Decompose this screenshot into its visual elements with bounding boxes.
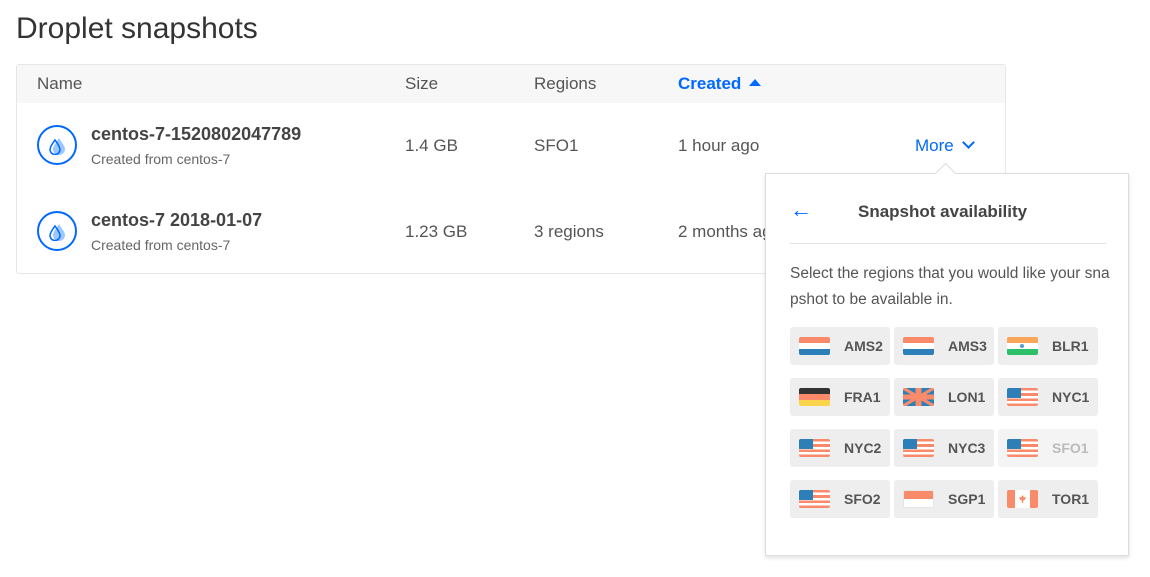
table-header: Name Size Regions Created <box>17 65 1005 103</box>
region-code: BLR1 <box>1052 338 1089 354</box>
snapshot-availability-popover: ← Snapshot availability Select the regio… <box>765 173 1129 556</box>
united-states-flag-icon <box>903 439 934 457</box>
region-button-ams2[interactable]: AMS2 <box>790 327 890 365</box>
snapshot-regions: SFO1 <box>534 136 579 155</box>
netherlands-flag-icon <box>799 337 830 355</box>
region-code: AMS3 <box>948 338 987 354</box>
snapshot-regions: 3 regions <box>534 222 604 241</box>
united-states-flag-icon <box>1007 439 1038 457</box>
region-code: TOR1 <box>1052 491 1090 507</box>
region-button-nyc3[interactable]: NYC3 <box>894 429 994 467</box>
snapshot-source: Created from centos-7 <box>91 237 231 253</box>
sort-ascending-icon <box>749 79 762 86</box>
netherlands-flag-icon <box>903 337 934 355</box>
region-button-blr1[interactable]: BLR1 <box>998 327 1098 365</box>
region-code: FRA1 <box>844 389 881 405</box>
arrow-left-icon[interactable]: ← <box>790 196 812 224</box>
region-code: NYC3 <box>948 440 986 456</box>
singapore-flag-icon <box>903 490 934 508</box>
region-button-lon1[interactable]: LON1 <box>894 378 994 416</box>
united-states-flag-icon <box>799 439 830 457</box>
snapshot-droplet-icon <box>37 211 77 251</box>
region-button-fra1[interactable]: FRA1 <box>790 378 890 416</box>
column-regions[interactable]: Regions <box>534 74 596 94</box>
column-created-label: Created <box>678 74 742 93</box>
region-button-ams3[interactable]: AMS3 <box>894 327 994 365</box>
united-kingdom-flag-icon <box>903 388 934 406</box>
snapshot-droplet-icon <box>37 125 77 165</box>
more-label: More <box>915 136 954 155</box>
region-code: NYC2 <box>844 440 882 456</box>
divider <box>790 243 1106 244</box>
page-title: Droplet snapshots <box>16 12 258 45</box>
snapshot-name[interactable]: centos-7 2018-01-07 <box>91 210 262 231</box>
snapshot-name[interactable]: centos-7-1520802047789 <box>91 124 301 145</box>
region-code: SGP1 <box>948 491 986 507</box>
popover-description: Select the regions that you would like y… <box>790 265 1110 308</box>
region-code: NYC1 <box>1052 389 1090 405</box>
column-created[interactable]: Created <box>678 74 762 94</box>
region-button-nyc1[interactable]: NYC1 <box>998 378 1098 416</box>
region-code: AMS2 <box>844 338 883 354</box>
region-button-tor1[interactable]: TOR1 <box>998 480 1098 518</box>
india-flag-icon <box>1007 337 1038 355</box>
united-states-flag-icon <box>799 490 830 508</box>
region-code: SFO2 <box>844 491 881 507</box>
region-grid: AMS2 AMS3 BLR1 FRA1 LON1 NYC1 NYC2 NYC3 SFO1 SFO2… <box>790 327 1098 518</box>
region-code: LON1 <box>948 389 986 405</box>
region-button-sfo1: SFO1 <box>998 429 1098 467</box>
region-code: SFO1 <box>1052 440 1089 456</box>
germany-flag-icon <box>799 388 830 406</box>
snapshot-size: 1.23 GB <box>405 222 468 241</box>
region-button-sfo2[interactable]: SFO2 <box>790 480 890 518</box>
snapshot-created: 1 hour ago <box>678 136 760 155</box>
column-size[interactable]: Size <box>405 74 438 94</box>
more-button[interactable]: More <box>915 136 975 156</box>
united-states-flag-icon <box>1007 388 1038 406</box>
popover-title: Snapshot availability <box>858 202 1028 221</box>
snapshot-source: Created from centos-7 <box>91 151 231 167</box>
region-button-nyc2[interactable]: NYC2 <box>790 429 890 467</box>
canada-flag-icon <box>1007 490 1038 508</box>
column-name[interactable]: Name <box>37 74 82 94</box>
chevron-down-icon <box>961 136 975 149</box>
snapshot-size: 1.4 GB <box>405 136 458 155</box>
region-button-sgp1[interactable]: SGP1 <box>894 480 994 518</box>
